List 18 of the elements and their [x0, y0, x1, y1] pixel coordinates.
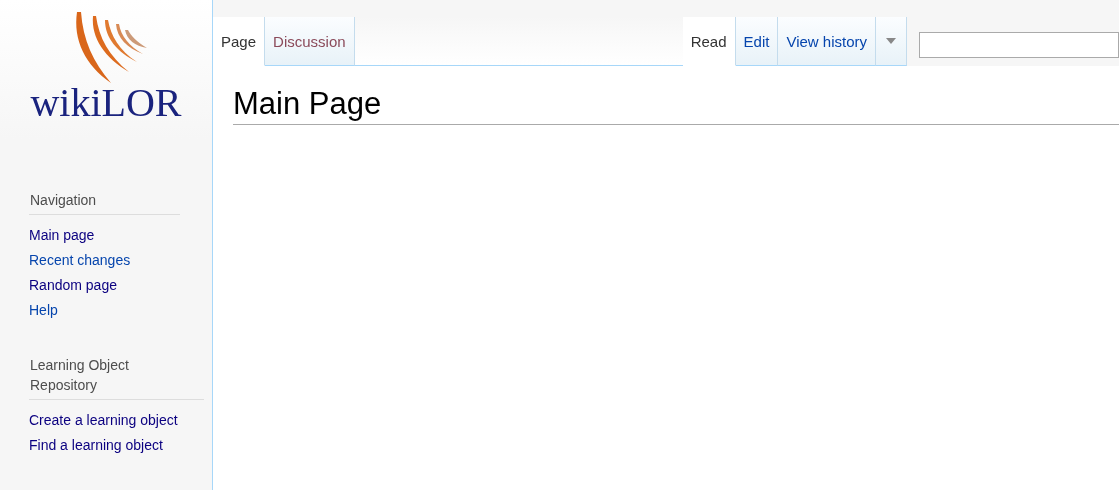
- tab[interactable]: Page: [213, 17, 266, 66]
- tab[interactable]: Discussion: [265, 17, 355, 66]
- section-heading: Learning Object Repository: [29, 355, 204, 400]
- tab[interactable]: Read: [682, 17, 736, 66]
- tab[interactable]: Edit: [735, 17, 779, 66]
- sidebar-link[interactable]: Random page: [29, 273, 117, 298]
- sidebar-link[interactable]: Recent changes: [29, 248, 131, 273]
- search-field[interactable]: [919, 32, 1119, 58]
- tab[interactable]: View history: [778, 17, 876, 66]
- section-heading: Navigation: [29, 190, 180, 215]
- logo-text: wikiLOR: [30, 83, 182, 123]
- sidebar-link[interactable]: Main page: [29, 223, 95, 248]
- caret-icon: [886, 38, 896, 44]
- sidebar-link[interactable]: Help: [29, 298, 58, 323]
- sidebar-link[interactable]: Find a learning object: [29, 433, 163, 458]
- sidebar-link[interactable]: Create a learning object: [29, 408, 178, 433]
- more-menu[interactable]: [876, 17, 907, 66]
- page-title: Main Page: [233, 84, 1119, 125]
